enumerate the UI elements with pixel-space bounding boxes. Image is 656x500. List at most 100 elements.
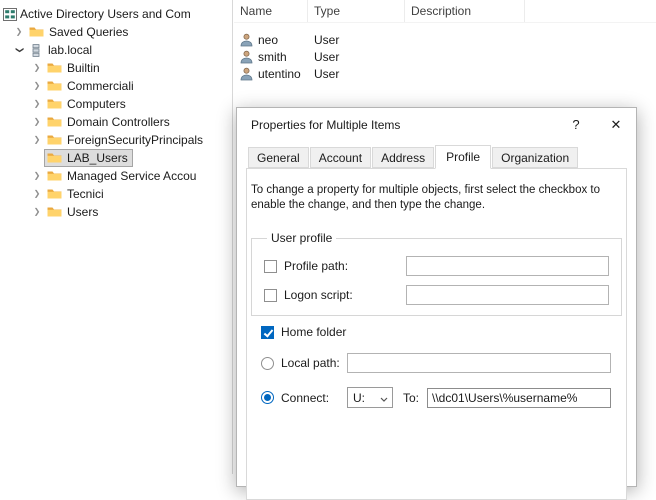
tab-strip: General Account Address Profile Organiza… (237, 145, 636, 168)
tree-item-root[interactable]: Active Directory Users and Com (0, 5, 232, 23)
object-type: User (308, 33, 405, 47)
expand-chevron-icon[interactable] (30, 79, 44, 93)
folder-icon (47, 134, 62, 146)
object-name: utentino (258, 67, 301, 81)
tree-item-domain-controllers[interactable]: Domain Controllers (0, 113, 232, 131)
local-path-input[interactable] (347, 353, 611, 373)
profile-path-input[interactable] (406, 256, 609, 276)
list-header: Name Type Description (234, 0, 656, 23)
user-profile-group: User profile Profile path: Logon script: (251, 231, 622, 316)
tree-item-label: Domain Controllers (67, 115, 170, 129)
local-path-label: Local path: (281, 356, 347, 370)
list-rows: neo User smith User utentino User (234, 31, 656, 82)
tree-item-label: Commerciali (67, 79, 134, 93)
tree-item-label: LAB_Users (67, 151, 128, 165)
logon-script-row: Logon script: (264, 285, 609, 305)
logon-script-input[interactable] (406, 285, 609, 305)
connect-radio[interactable] (261, 391, 274, 404)
tree-item-tecnici[interactable]: Tecnici (0, 185, 232, 203)
close-icon[interactable]: ✕ (596, 108, 636, 141)
tree-item-label: Active Directory Users and Com (20, 7, 191, 21)
folder-icon (47, 116, 62, 128)
object-name: neo (258, 33, 278, 47)
folder-icon (47, 206, 62, 218)
object-type: User (308, 50, 405, 64)
collapse-chevron-icon[interactable] (12, 43, 26, 57)
profile-path-row: Profile path: (264, 256, 609, 276)
list-item-smith[interactable]: smith User (234, 48, 656, 65)
tab-organization[interactable]: Organization (492, 147, 578, 168)
tree-item-label: Saved Queries (49, 25, 128, 39)
expand-chevron-icon[interactable] (30, 97, 44, 111)
drive-letter-value: U: (353, 391, 365, 405)
expand-chevron-icon[interactable] (30, 61, 44, 75)
expand-chevron-icon[interactable] (12, 25, 26, 39)
home-folder-row: Home folder (261, 325, 611, 339)
logon-script-label: Logon script: (284, 288, 406, 302)
expand-chevron-icon[interactable] (30, 205, 44, 219)
domain-icon (29, 44, 43, 57)
folder-icon (47, 80, 62, 92)
tree-item-label: lab.local (48, 43, 92, 57)
tree-item-label: Tecnici (67, 187, 104, 201)
folder-icon (47, 62, 62, 74)
tree-item-builtin[interactable]: Builtin (0, 59, 232, 77)
expand-chevron-icon[interactable] (30, 133, 44, 147)
tree-item-commerciali[interactable]: Commerciali (0, 77, 232, 95)
drive-letter-dropdown[interactable]: U: (347, 387, 393, 408)
user-icon (240, 50, 253, 64)
folder-icon (47, 152, 62, 164)
folder-icon (29, 26, 44, 38)
properties-dialog: Properties for Multiple Items ? ✕ Genera… (236, 107, 637, 487)
profile-path-label: Profile path: (284, 259, 406, 273)
logon-script-checkbox[interactable] (264, 289, 277, 302)
object-type: User (308, 67, 405, 81)
column-header-description[interactable]: Description (405, 0, 525, 22)
tab-account[interactable]: Account (310, 147, 371, 168)
tree-item-label: ForeignSecurityPrincipals (67, 133, 203, 147)
expand-chevron-icon[interactable] (30, 169, 44, 183)
profile-path-checkbox[interactable] (264, 260, 277, 273)
local-path-radio[interactable] (261, 357, 274, 370)
tree-item-label: Users (67, 205, 98, 219)
tree-item-label: Managed Service Accou (67, 169, 196, 183)
tree-item-saved-queries[interactable]: Saved Queries (0, 23, 232, 41)
tab-general[interactable]: General (248, 147, 309, 168)
connect-label: Connect: (281, 391, 347, 405)
column-header-name[interactable]: Name (234, 0, 308, 22)
tab-profile[interactable]: Profile (435, 145, 491, 169)
chevron-down-icon (380, 391, 388, 405)
folder-icon (47, 98, 62, 110)
expand-chevron-icon[interactable] (30, 187, 44, 201)
expand-chevron-placeholder (30, 151, 44, 165)
tree-item-users[interactable]: Users (0, 203, 232, 221)
dialog-description: To change a property for multiple object… (251, 183, 620, 213)
tree-item-managed-service-accounts[interactable]: Managed Service Accou (0, 167, 232, 185)
tree-item-computers[interactable]: Computers (0, 95, 232, 113)
column-header-type[interactable]: Type (308, 0, 405, 22)
local-path-row: Local path: (261, 353, 611, 373)
user-icon (240, 33, 253, 47)
help-button[interactable]: ? (556, 108, 596, 141)
list-item-neo[interactable]: neo User (234, 31, 656, 48)
list-item-utentino[interactable]: utentino User (234, 65, 656, 82)
profile-tab-page: To change a property for multiple object… (246, 168, 627, 500)
connect-row: Connect: U: To: (261, 387, 611, 408)
folder-icon (47, 170, 62, 182)
dialog-titlebar[interactable]: Properties for Multiple Items ? ✕ (237, 108, 636, 141)
tree-item-lab-local[interactable]: lab.local (0, 41, 232, 59)
folder-icon (47, 188, 62, 200)
tree-item-lab-users[interactable]: LAB_Users (0, 149, 232, 167)
expand-chevron-icon[interactable] (30, 115, 44, 129)
dialog-title: Properties for Multiple Items (251, 118, 400, 132)
user-profile-group-label: User profile (267, 231, 336, 245)
home-folder-label: Home folder (281, 325, 346, 339)
home-folder-checkbox[interactable] (261, 326, 274, 339)
tree-item-foreign-security-principals[interactable]: ForeignSecurityPrincipals (0, 131, 232, 149)
tree-item-label: Builtin (67, 61, 100, 75)
to-label: To: (403, 391, 419, 405)
connect-path-input[interactable] (427, 388, 611, 408)
tab-address[interactable]: Address (372, 147, 434, 168)
aduc-root-icon (3, 8, 17, 21)
user-icon (240, 67, 253, 81)
